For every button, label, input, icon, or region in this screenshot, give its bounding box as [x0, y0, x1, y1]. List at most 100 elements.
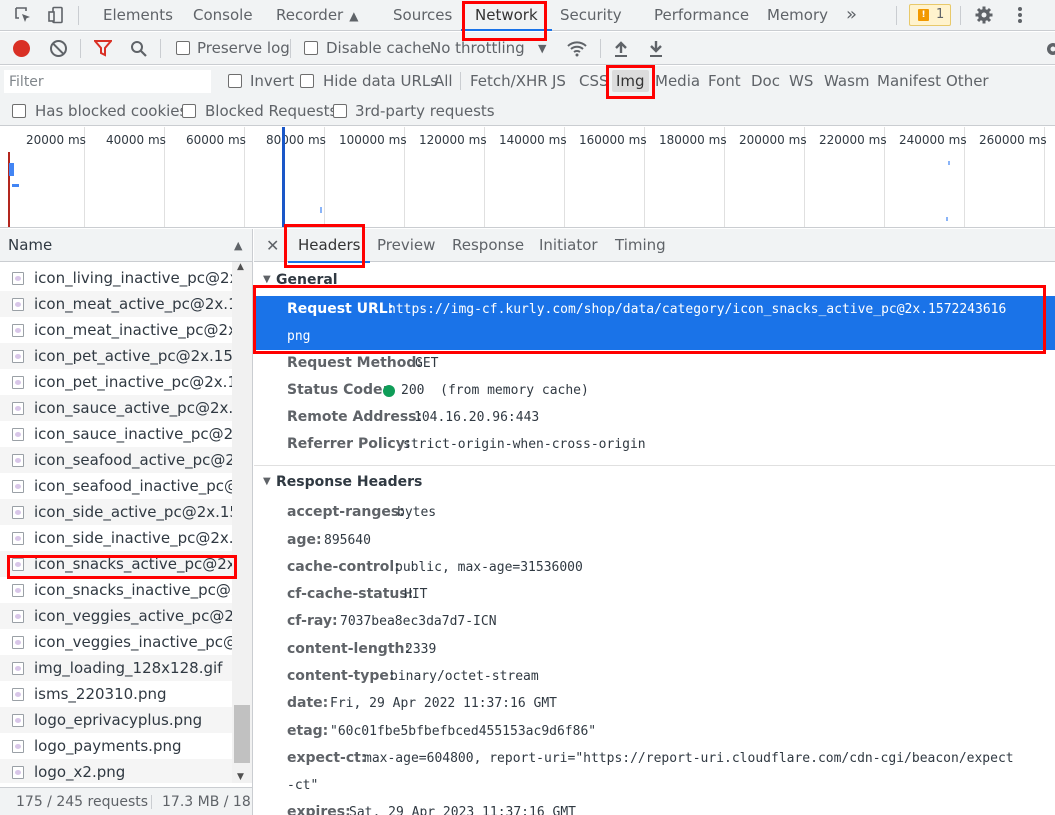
- list-item[interactable]: icon_meat_inactive_pc@2x.15: [0, 317, 232, 343]
- tab-timing[interactable]: Timing: [615, 229, 666, 262]
- filter-type-css[interactable]: CSS: [579, 66, 609, 96]
- list-item[interactable]: logo_x2.png: [0, 759, 232, 783]
- throttling-dropdown-arrow-icon[interactable]: ▼: [538, 32, 546, 65]
- preserve-log-checkbox[interactable]: [176, 41, 190, 55]
- filter-type-other[interactable]: Other: [946, 66, 989, 96]
- scroll-up-arrow-icon[interactable]: ▲: [237, 262, 244, 272]
- list-item[interactable]: icon_seafood_inactive_pc@2x.: [0, 473, 232, 499]
- header-name: content-type:: [287, 668, 395, 684]
- filter-funnel-icon[interactable]: [94, 40, 112, 57]
- filter-type-js[interactable]: JS: [552, 66, 566, 96]
- more-options-kebab-icon[interactable]: [1009, 4, 1031, 26]
- has-blocked-cookies-checkbox[interactable]: [12, 104, 26, 118]
- disable-cache-checkbox[interactable]: [304, 41, 318, 55]
- tab-network[interactable]: Network: [461, 0, 552, 31]
- list-item[interactable]: img_loading_128x128.gif: [0, 655, 232, 681]
- header-name: cf-ray:: [287, 613, 338, 629]
- list-item[interactable]: icon_snacks_inactive_pc@2x.1: [0, 577, 232, 603]
- filter-type-fetch-xhr[interactable]: Fetch/XHR: [470, 66, 548, 96]
- list-item[interactable]: icon_pet_inactive_pc@2x.1587: [0, 369, 232, 395]
- filter-type-manifest[interactable]: Manifest: [877, 66, 941, 96]
- general-section-header[interactable]: ▼ General: [254, 267, 1055, 293]
- list-item[interactable]: icon_sauce_inactive_pc@2x.15: [0, 421, 232, 447]
- list-item[interactable]: logo_payments.png: [0, 733, 232, 759]
- list-item[interactable]: icon_meat_active_pc@2x.1568: [0, 291, 232, 317]
- request-list-header[interactable]: Name ▲: [0, 229, 252, 262]
- tick-label: 220000 ms: [819, 133, 887, 147]
- invert-checkbox[interactable]: [228, 74, 242, 88]
- filter-type-media[interactable]: Media: [655, 66, 700, 96]
- response-headers-section-header[interactable]: ▼ Response Headers: [254, 469, 1055, 495]
- scrollbar-thumb[interactable]: [234, 705, 250, 763]
- list-item[interactable]: isms_220310.png: [0, 681, 232, 707]
- export-har-download-icon[interactable]: [649, 40, 663, 57]
- tab-sources[interactable]: Sources: [393, 0, 452, 30]
- list-item[interactable]: icon_veggies_active_pc@2x.15: [0, 603, 232, 629]
- general-section-title: General: [276, 272, 338, 288]
- filter-type-wasm[interactable]: Wasm: [824, 66, 870, 96]
- clear-icon[interactable]: [50, 40, 67, 57]
- header-value: Sat, 29 Apr 2023 11:37:16 GMT: [349, 805, 576, 815]
- filter-input[interactable]: [4, 70, 211, 93]
- more-tabs-chevron-icon[interactable]: »: [846, 0, 857, 30]
- filter-type-doc[interactable]: Doc: [751, 66, 780, 96]
- preserve-log-label: Preserve log: [197, 39, 290, 57]
- tab-response[interactable]: Response: [452, 229, 524, 262]
- scroll-down-arrow-icon[interactable]: ▼: [237, 772, 244, 782]
- tab-elements[interactable]: Elements: [103, 0, 173, 30]
- request-name: logo_payments.png: [34, 737, 182, 755]
- issues-badge[interactable]: ! 1: [909, 4, 951, 26]
- request-bar: [948, 161, 950, 165]
- tab-headers[interactable]: Headers: [287, 229, 371, 263]
- filter-type-ws[interactable]: WS: [789, 66, 813, 96]
- tab-preview[interactable]: Preview: [377, 229, 435, 262]
- filter-type-img[interactable]: Img: [612, 70, 649, 92]
- search-icon[interactable]: [130, 40, 148, 58]
- tick-label: 200000 ms: [739, 133, 807, 147]
- network-settings-gear-icon[interactable]: [1043, 39, 1055, 59]
- divider: [78, 6, 79, 25]
- header-name: content-length:: [287, 641, 411, 657]
- header-value: public, max-age=31536000: [395, 560, 583, 575]
- inspect-element-icon[interactable]: [12, 4, 34, 26]
- list-item[interactable]: icon_sauce_active_pc@2x.1572: [0, 395, 232, 421]
- tab-security[interactable]: Security: [560, 0, 622, 30]
- settings-gear-icon[interactable]: [973, 4, 995, 26]
- response-headers-title: Response Headers: [276, 474, 423, 490]
- request-url-row[interactable]: Request URL: https://img-cf.kurly.com/sh…: [254, 296, 1055, 350]
- tab-initiator[interactable]: Initiator: [539, 229, 598, 262]
- tab-recorder[interactable]: Recorder ▲: [276, 0, 358, 30]
- request-name: icon_living_inactive_pc@2x.15: [34, 269, 232, 287]
- tab-performance[interactable]: Performance: [654, 0, 749, 30]
- filter-type-all[interactable]: All: [434, 66, 453, 96]
- throttling-select[interactable]: No throttling: [430, 32, 525, 65]
- request-name: icon_snacks_active_pc@2x.157: [34, 555, 232, 573]
- sort-ascending-icon[interactable]: ▲: [234, 229, 242, 262]
- network-conditions-wifi-icon[interactable]: [566, 40, 588, 57]
- list-item[interactable]: logo_eprivacyplus.png: [0, 707, 232, 733]
- request-list-scrollbar[interactable]: ▲ ▼: [232, 262, 252, 783]
- record-stop-icon[interactable]: [13, 40, 30, 57]
- device-toolbar-icon[interactable]: [45, 4, 67, 26]
- referrer-policy-value: strict-origin-when-cross-origin: [403, 437, 646, 452]
- tick-label: 180000 ms: [659, 133, 727, 147]
- import-har-upload-icon[interactable]: [614, 40, 628, 57]
- close-icon[interactable]: ✕: [266, 229, 279, 262]
- name-column-header[interactable]: Name: [8, 229, 52, 262]
- tick-label: 120000 ms: [419, 133, 487, 147]
- tab-console[interactable]: Console: [193, 0, 253, 30]
- filter-type-font[interactable]: Font: [708, 66, 741, 96]
- list-item[interactable]: icon_pet_active_pc@2x.15874: [0, 343, 232, 369]
- network-overview-timeline[interactable]: 20000 ms 40000 ms 60000 ms 80000 ms 1000…: [0, 127, 1055, 228]
- list-item-selected[interactable]: icon_snacks_active_pc@2x.157: [0, 551, 232, 577]
- list-item[interactable]: icon_veggies_inactive_pc@2x.: [0, 629, 232, 655]
- hide-data-urls-checkbox[interactable]: [300, 74, 314, 88]
- list-item[interactable]: icon_living_inactive_pc@2x.15: [0, 265, 232, 291]
- request-name: icon_sauce_inactive_pc@2x.15: [34, 425, 232, 443]
- blocked-requests-checkbox[interactable]: [182, 104, 196, 118]
- list-item[interactable]: icon_seafood_active_pc@2x.15: [0, 447, 232, 473]
- tab-memory[interactable]: Memory: [767, 0, 828, 30]
- list-item[interactable]: icon_side_active_pc@2x.15722: [0, 499, 232, 525]
- list-item[interactable]: icon_side_inactive_pc@2x.157: [0, 525, 232, 551]
- third-party-requests-checkbox[interactable]: [333, 104, 347, 118]
